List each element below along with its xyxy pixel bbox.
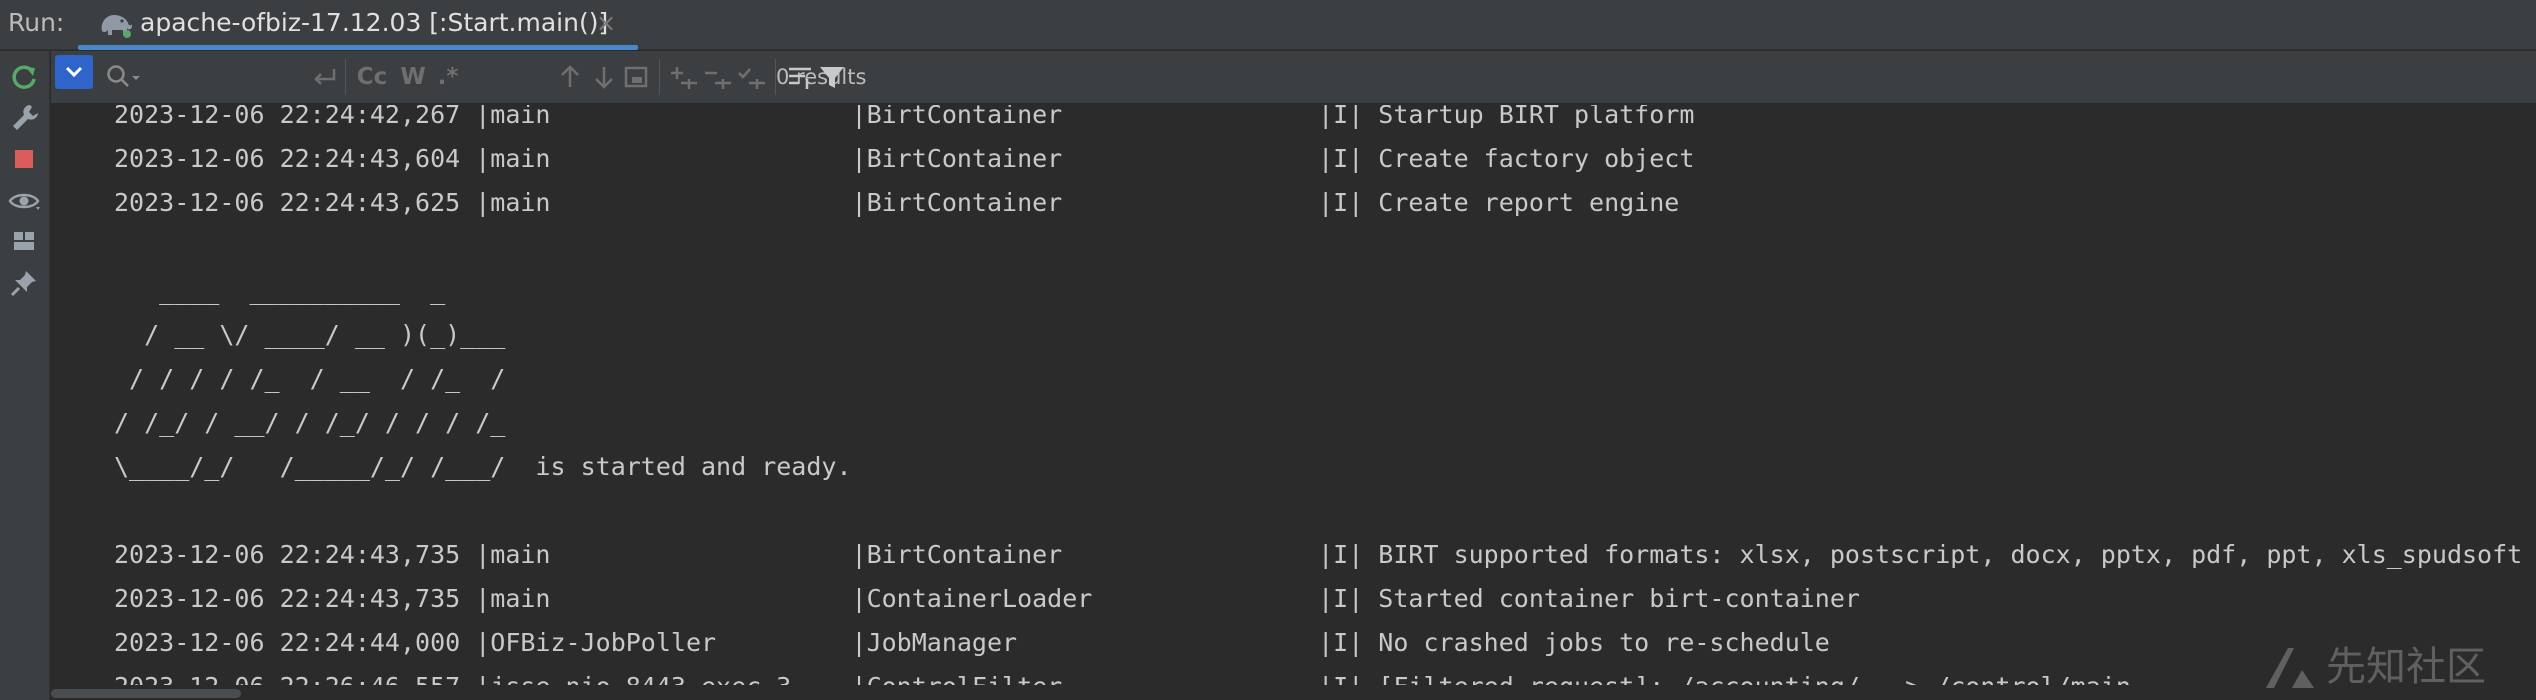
console-line: 2023-12-06 22:24:43,604 |main |BirtConta… xyxy=(114,144,1695,173)
console-line: / / / / /_ / __ / /_ / xyxy=(114,364,506,393)
horizontal-scrollbar[interactable] xyxy=(51,686,2536,700)
console-line: / /_/ / __/ / /_/ / / / /_ xyxy=(114,408,506,437)
whole-words-button[interactable]: W xyxy=(396,61,430,93)
stop-icon xyxy=(15,150,33,168)
active-tab-indicator xyxy=(78,45,638,50)
search-input[interactable] xyxy=(147,57,547,97)
filter-search-results-button[interactable] xyxy=(815,61,849,93)
gradle-elephant-icon xyxy=(98,9,134,39)
console-line: 2023-12-06 22:24:43,625 |main |BirtConta… xyxy=(114,188,1680,217)
layout-button[interactable] xyxy=(6,223,42,259)
console-line: 2023-12-06 22:26:46,557 |jsse-nio-8443-e… xyxy=(114,665,2522,685)
run-toolbar xyxy=(0,51,50,700)
console-line: 2023-12-06 22:24:43,735 |main |BirtConta… xyxy=(114,540,2523,569)
find-toolbar: Cc W .* 0 results xyxy=(51,51,2536,104)
console-line: 2023-12-06 22:24:43,735 |main |Container… xyxy=(114,584,1860,613)
scrollbar-thumb[interactable] xyxy=(51,689,241,698)
filter-icon xyxy=(820,67,844,88)
layout-icon xyxy=(14,232,34,250)
run-tab-bar: Run: apache-ofbiz-17.12.03 [:Start.main(… xyxy=(0,0,2536,50)
previous-occurrence-button[interactable] xyxy=(553,61,587,93)
remove-occurrence-button[interactable] xyxy=(701,61,735,93)
select-all-occurrences-button[interactable] xyxy=(619,61,653,93)
arrow-down-icon xyxy=(595,67,613,89)
console-line: 2023-12-06 22:24:42,267 |main |BirtConta… xyxy=(114,105,1695,129)
regex-button[interactable]: .* xyxy=(431,61,465,93)
toolbar-separator xyxy=(345,59,346,95)
return-arrow-icon xyxy=(314,69,336,85)
settings-button[interactable] xyxy=(6,99,42,135)
run-tool-window: Run: apache-ofbiz-17.12.03 [:Start.main(… xyxy=(0,0,2536,700)
run-configuration-tab[interactable]: apache-ofbiz-17.12.03 [:Start.main()] × xyxy=(78,0,638,50)
eye-icon xyxy=(8,193,40,210)
checklist-icon xyxy=(738,68,765,89)
watermark: 先知社区 xyxy=(2262,640,2522,696)
tab-title: apache-ofbiz-17.12.03 [:Start.main()] xyxy=(140,8,609,37)
pin-button[interactable] xyxy=(6,265,42,301)
watermark-text: 先知社区 xyxy=(2326,644,2486,690)
console-output[interactable]: 2023-12-06 22:24:42,267 |main |BirtConta… xyxy=(51,105,2536,685)
remove-selection-icon xyxy=(705,71,731,89)
toolbar-separator xyxy=(659,59,660,95)
close-tab-icon[interactable]: × xyxy=(596,10,616,36)
wrench-icon xyxy=(13,105,38,130)
filter-options-button[interactable] xyxy=(783,61,817,93)
match-case-button[interactable]: Cc xyxy=(353,61,391,93)
next-occurrence-button[interactable] xyxy=(587,61,621,93)
replace-history-button[interactable] xyxy=(308,61,342,93)
search-icon[interactable] xyxy=(105,63,145,91)
arrow-up-icon xyxy=(561,65,579,87)
add-selection-icon xyxy=(671,67,697,89)
pin-icon xyxy=(10,271,36,297)
rerun-button[interactable] xyxy=(6,59,42,95)
rerun-icon xyxy=(12,65,36,89)
chevron-down-icon xyxy=(65,66,83,78)
console-line: ____ __________ _ xyxy=(114,276,446,305)
filter-lines-icon xyxy=(789,67,811,89)
select-all-matches-button[interactable] xyxy=(735,61,769,93)
toolbar-separator xyxy=(775,59,776,95)
add-occurrence-button[interactable] xyxy=(667,61,701,93)
console-lines: 2023-12-06 22:24:42,267 |main |BirtConta… xyxy=(114,105,2522,685)
select-all-icon xyxy=(624,66,648,88)
watermark-logo-icon xyxy=(2266,648,2314,688)
console-line: 2023-12-06 22:24:44,000 |OFBiz-JobPoller… xyxy=(114,628,1830,657)
collapse-find-button[interactable] xyxy=(55,55,93,89)
run-label: Run: xyxy=(8,8,65,37)
view-button[interactable] xyxy=(6,183,42,219)
console-line: \____/_/ /_____/_/ /___/ is started and … xyxy=(114,452,852,481)
stop-button[interactable] xyxy=(6,141,42,177)
console-line: / __ \/ ____/ __ )(_)___ xyxy=(114,320,506,349)
